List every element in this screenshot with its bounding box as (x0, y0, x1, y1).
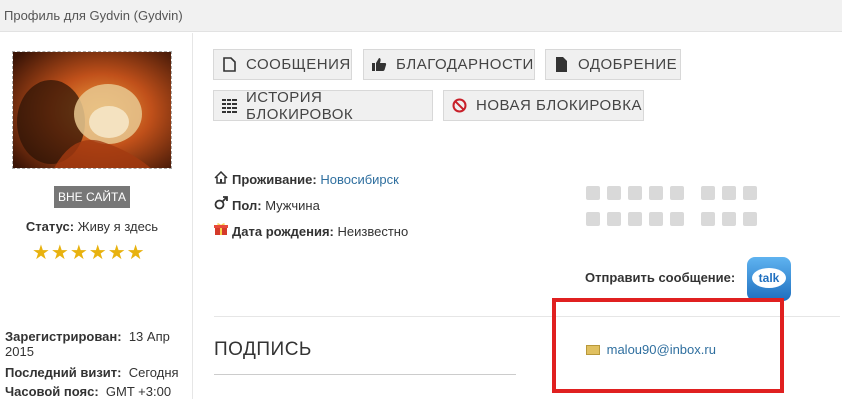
rating-stars: ★★★★★★ (32, 242, 146, 264)
registered-label: Зарегистрирован: (5, 329, 122, 344)
birthday-label: Дата рождения: (232, 224, 334, 239)
profile-sidebar: ВНЕ САЙТА Статус: Живу я здесь ★★★★★★ За… (0, 33, 193, 399)
vk-icon[interactable] (628, 212, 642, 226)
yandex-icon[interactable] (743, 212, 757, 226)
registered-year: 2015 (5, 344, 34, 359)
gender-label: Пол: (232, 198, 262, 213)
location-row: Проживание: Новосибирск (214, 170, 399, 187)
delicious-icon[interactable] (701, 186, 715, 200)
approval-button[interactable]: ОДОБРЕНИЕ (545, 49, 681, 80)
timezone-info: Часовой пояс: GMT +3:00 (5, 384, 171, 399)
envelope-icon (586, 345, 600, 355)
mail-ru-icon[interactable] (586, 212, 600, 226)
timezone-label: Часовой пояс: (5, 384, 99, 399)
signature-heading: ПОДПИСЬ (214, 339, 312, 360)
talk-icon-text: talk (752, 268, 786, 288)
birthday-value: Неизвестно (337, 224, 409, 239)
gender-row: Пол: Мужчина (214, 196, 320, 213)
talk-icon[interactable]: talk (747, 257, 791, 301)
aim-icon[interactable] (743, 186, 757, 200)
new-ban-label: НОВАЯ БЛОКИРОВКА (476, 97, 642, 114)
male-icon (214, 196, 229, 213)
document-icon (222, 57, 237, 72)
location-label: Проживание: (232, 172, 317, 187)
registered-value: 13 Апр (128, 329, 170, 344)
ban-history-button[interactable]: ИСТОРИЯ БЛОКИРОВОК (213, 88, 433, 123)
messages-label: СООБЩЕНИЯ (246, 56, 351, 73)
email-row: malou90@inbox.ru (586, 342, 716, 357)
home-icon (214, 170, 229, 187)
email-link[interactable]: malou90@inbox.ru (607, 342, 716, 357)
linkedin-icon[interactable] (649, 186, 663, 200)
location-link[interactable]: Новосибирск (320, 172, 399, 187)
title-bar: Профиль для Gydvin (Gydvin) (0, 0, 842, 32)
last-visit-info: Последний визит: Сегодня (5, 365, 179, 380)
last-visit-label: Последний визит: (5, 365, 122, 380)
list-icon (222, 98, 237, 113)
odnoklassniki-icon[interactable] (607, 212, 621, 226)
file-icon (554, 57, 569, 72)
yahoo-icon[interactable] (670, 212, 684, 226)
new-ban-button[interactable]: НОВАЯ БЛОКИРОВКА (443, 90, 644, 121)
facebook-icon[interactable] (607, 186, 621, 200)
send-message-label: Отправить сообщение: (585, 270, 736, 285)
messages-button[interactable]: СООБЩЕНИЯ (213, 49, 352, 80)
thumbs-up-icon (372, 57, 387, 72)
windows-live-icon[interactable] (722, 186, 736, 200)
flickr-icon[interactable] (722, 212, 736, 226)
birthday-row: Дата рождения: Неизвестно (214, 222, 408, 239)
page-title: Профиль для Gydvin (Gydvin) (4, 8, 183, 23)
gender-value: Мужчина (265, 198, 320, 213)
status-label: Статус: (25, 219, 75, 234)
thanks-button[interactable]: БЛАГОДАРНОСТИ (363, 49, 535, 80)
timezone-value: GMT +3:00 (105, 384, 172, 399)
blogger-icon[interactable] (701, 212, 715, 226)
signature-divider (214, 374, 516, 375)
last-visit-value: Сегодня (128, 365, 179, 380)
user-status: Статус: Живу я здесь (0, 219, 184, 234)
google-plus-icon[interactable] (628, 186, 642, 200)
twitter-icon[interactable] (586, 186, 600, 200)
status-badge: ВНЕ САЙТА (54, 186, 130, 208)
ban-icon (452, 98, 467, 113)
status-value: Живу я здесь (77, 219, 159, 234)
ban-history-label: ИСТОРИЯ БЛОКИРОВОК (246, 88, 354, 123)
thanks-label: БЛАГОДАРНОСТИ (396, 56, 534, 73)
avatar (12, 51, 172, 169)
registered-info: Зарегистрирован: 13 Апр 2015 (5, 329, 170, 359)
skype-icon[interactable] (670, 186, 684, 200)
gift-icon (214, 222, 229, 239)
approval-label: ОДОБРЕНИЕ (578, 56, 678, 73)
icq-icon[interactable] (649, 212, 663, 226)
